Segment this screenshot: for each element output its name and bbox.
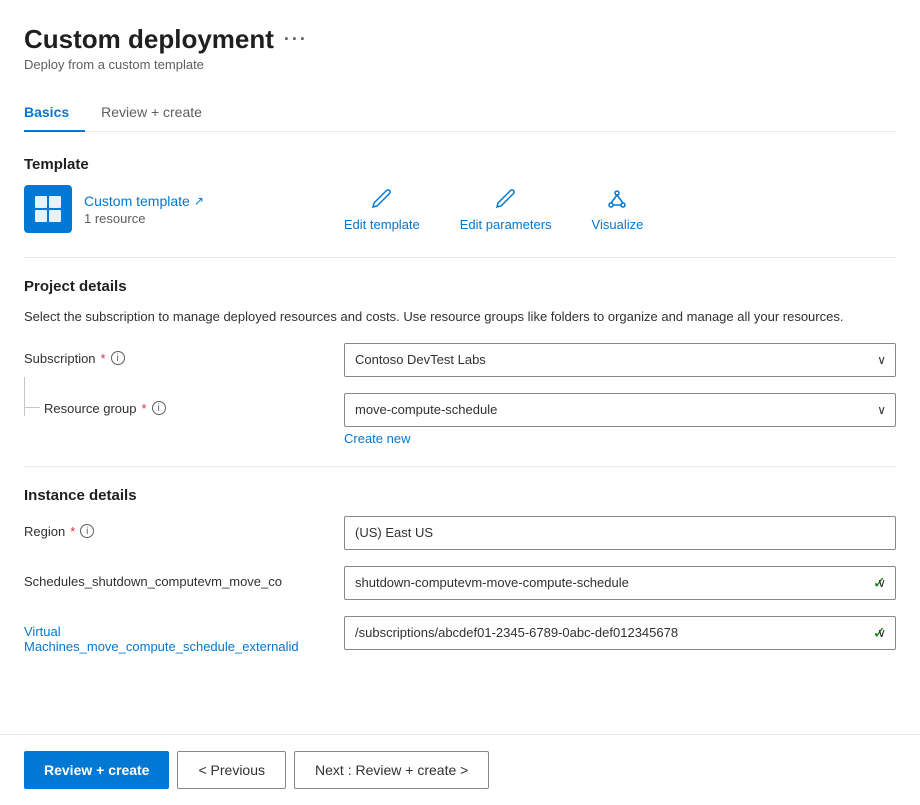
virtual-machines-check-icon: ✓ xyxy=(873,623,886,643)
page-title: Custom deployment xyxy=(24,24,274,55)
subscription-row: Subscription * i Contoso DevTest Labs xyxy=(24,343,896,377)
external-link-icon: ↗ xyxy=(194,194,204,208)
previous-button[interactable]: < Previous xyxy=(177,751,286,789)
edit-parameters-button[interactable]: Edit parameters xyxy=(460,187,552,232)
schedules-shutdown-wrapper: shutdown-computevm-move-compute-schedule… xyxy=(344,566,896,600)
review-create-button[interactable]: Review + create xyxy=(24,751,169,789)
virtual-machines-wrapper: /subscriptions/abcdef01-2345-6789-0abc-d… xyxy=(344,616,896,650)
region-input[interactable] xyxy=(344,516,896,550)
resource-group-select-wrapper: move-compute-schedule xyxy=(344,393,896,427)
schedules-shutdown-label: Schedules_shutdown_computevm_move_co xyxy=(24,574,282,589)
template-link[interactable]: Custom template ↗ xyxy=(84,193,204,209)
tab-bar: Basics Review + create xyxy=(24,96,896,132)
template-section: Template Custom template xyxy=(24,156,896,233)
subscription-select[interactable]: Contoso DevTest Labs xyxy=(344,343,896,377)
project-details-title: Project details xyxy=(24,278,896,295)
tab-basics[interactable]: Basics xyxy=(24,96,85,132)
region-info-icon[interactable]: i xyxy=(80,524,94,538)
schedules-shutdown-check-icon: ✓ xyxy=(873,573,886,593)
visualize-button[interactable]: Visualize xyxy=(592,187,644,232)
project-description: Select the subscription to manage deploy… xyxy=(24,307,896,327)
template-actions: Edit template Edit parameters xyxy=(344,187,643,232)
virtual-machines-select[interactable]: /subscriptions/abcdef01-2345-6789-0abc-d… xyxy=(344,616,896,650)
project-details-section: Project details Select the subscription … xyxy=(24,278,896,446)
resource-group-required: * xyxy=(142,401,147,416)
region-required: * xyxy=(70,524,75,539)
edit-template-label: Edit template xyxy=(344,217,420,232)
subscription-required: * xyxy=(101,351,106,366)
instance-details-section: Instance details Region * i xyxy=(24,487,896,654)
schedules-shutdown-row: Schedules_shutdown_computevm_move_co shu… xyxy=(24,566,896,600)
template-icon xyxy=(24,185,72,233)
edit-parameters-label: Edit parameters xyxy=(460,217,552,232)
visualize-label: Visualize xyxy=(592,217,644,232)
page-header: Custom deployment ··· Deploy from a cust… xyxy=(24,24,896,72)
page-subtitle: Deploy from a custom template xyxy=(24,57,896,72)
template-card: Custom template ↗ 1 resource xyxy=(24,185,204,233)
region-label: Region xyxy=(24,524,65,539)
schedules-shutdown-select[interactable]: shutdown-computevm-move-compute-schedule xyxy=(344,566,896,600)
virtual-machines-label: Virtual Machines_move_compute_schedule_e… xyxy=(24,624,299,654)
subscription-label: Subscription xyxy=(24,351,96,366)
tab-review-create[interactable]: Review + create xyxy=(101,96,218,132)
ellipsis-menu[interactable]: ··· xyxy=(284,29,308,50)
virtual-machines-row: Virtual Machines_move_compute_schedule_e… xyxy=(24,616,896,654)
template-resource-count: 1 resource xyxy=(84,211,204,226)
subscription-select-wrapper: Contoso DevTest Labs xyxy=(344,343,896,377)
subscription-info-icon[interactable]: i xyxy=(111,351,125,365)
footer: Review + create < Previous Next : Review… xyxy=(0,734,920,805)
region-row: Region * i xyxy=(24,516,896,550)
template-info: Custom template ↗ 1 resource xyxy=(84,193,204,226)
resource-group-info-icon[interactable]: i xyxy=(152,401,166,415)
resource-group-select[interactable]: move-compute-schedule xyxy=(344,393,896,427)
resource-group-label: Resource group xyxy=(44,401,137,416)
create-new-link[interactable]: Create new xyxy=(344,431,410,446)
template-section-title: Template xyxy=(24,156,896,173)
instance-details-title: Instance details xyxy=(24,487,896,504)
edit-template-button[interactable]: Edit template xyxy=(344,187,420,232)
next-button[interactable]: Next : Review + create > xyxy=(294,751,489,789)
resource-group-row: Resource group * i move-compute-schedule… xyxy=(24,393,896,446)
